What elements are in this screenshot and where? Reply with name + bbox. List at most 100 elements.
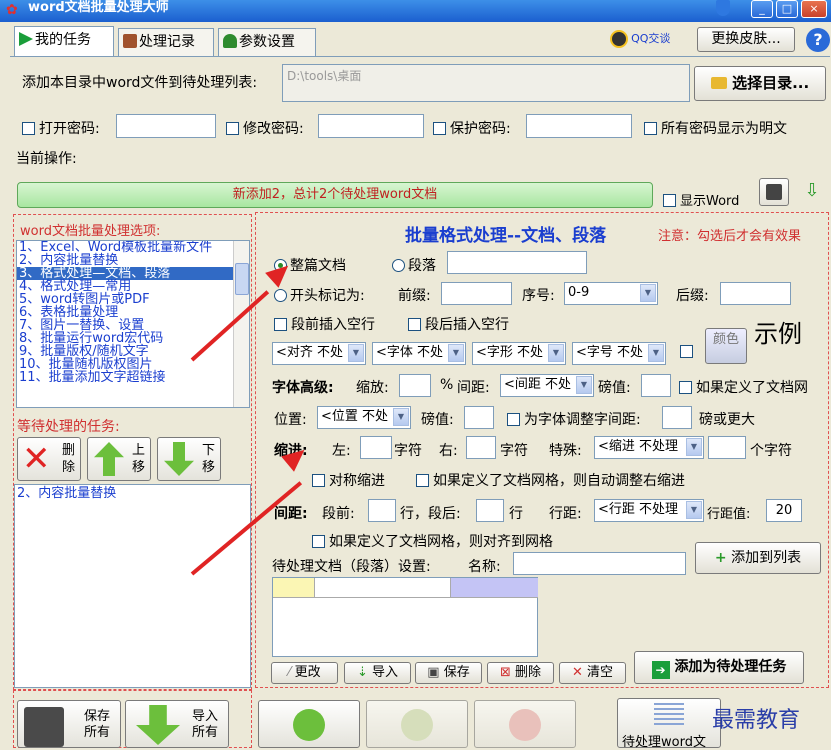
pending-docs-button[interactable]: 待处理word文 — [617, 698, 721, 750]
download-icon[interactable]: ⇩ — [800, 180, 824, 206]
paragraph-radio[interactable] — [392, 259, 405, 272]
spacing-select[interactable]: <间距 不处 ▼ — [500, 374, 594, 397]
pound2-input[interactable] — [464, 406, 494, 429]
font-adv-label: 字体高级: — [272, 380, 334, 396]
dir-path-input[interactable]: D:\tools\桌面 — [282, 64, 690, 102]
list-item[interactable]: 11、批量添加文字超链接 — [17, 371, 249, 384]
dir-label: 添加本目录中word文件到待处理列表: — [22, 75, 258, 91]
start-button[interactable] — [258, 700, 360, 748]
insert-before-checkbox[interactable] — [274, 318, 287, 331]
kern-input[interactable] — [662, 406, 692, 429]
window-title: word文档批量处理大师 — [28, 0, 169, 15]
para-settings-label: 待处理文档（段落）设置: — [272, 559, 431, 575]
clear-label: 清空 — [587, 665, 614, 680]
sample-text: 示例 — [754, 320, 802, 348]
modify-password-input[interactable] — [318, 114, 424, 138]
grid-align-label: 如果定义了文档网格，则对齐到网格 — [312, 531, 553, 551]
pause-button[interactable] — [366, 700, 468, 748]
modify-button[interactable]: ⁄ 更改 — [271, 662, 338, 684]
pending-docs-label: 待处理word文 — [622, 735, 706, 750]
modify-password-checkbox[interactable] — [226, 122, 239, 135]
position-select[interactable]: <位置 不处 ▼ — [317, 406, 411, 429]
list-item[interactable]: 2、内容批量替换 — [15, 485, 250, 500]
save-icon-button[interactable] — [759, 178, 789, 206]
minimize-button[interactable]: _ — [751, 0, 773, 18]
sym-indent-checkbox[interactable] — [312, 474, 325, 487]
delete-button[interactable]: ⊠ 删除 — [487, 662, 554, 684]
options-list[interactable]: 1、Excel、Word模板批量新文件 2、内容批量替换 3、格式处理—文档、段… — [16, 240, 250, 408]
show-plain-checkbox[interactable] — [644, 122, 657, 135]
insert-after-label: 段后插入空行 — [408, 314, 509, 334]
import-button[interactable]: ⇣ 导入 — [344, 662, 411, 684]
line-dist-select[interactable]: <行距 不处理 ▼ — [594, 499, 704, 522]
start-mark-option[interactable]: 开头标记为: — [274, 285, 365, 305]
special-select[interactable]: <缩进 不处理 ▼ — [594, 436, 704, 459]
skin-label: 更换皮肤... — [711, 31, 781, 47]
add-task-label: 添加为待处理任务 — [674, 659, 787, 675]
delete-task-button[interactable]: ✕ 删除 — [17, 437, 81, 481]
tab-my-tasks[interactable]: 我的任务 — [14, 26, 114, 57]
scroll-thumb[interactable] — [235, 263, 249, 295]
clear-button[interactable]: ✕ 清空 — [559, 662, 626, 684]
paragraph-option[interactable]: 段落 — [392, 255, 436, 275]
color-checkbox[interactable] — [680, 345, 693, 358]
qq-chat-button[interactable]: QQ交谈 — [597, 26, 683, 52]
grid-if-checkbox[interactable] — [679, 381, 692, 394]
before-input[interactable] — [368, 499, 396, 522]
close-button[interactable]: × — [801, 0, 827, 18]
save-all-button[interactable]: 保存所有 — [17, 700, 121, 748]
qq-icon — [609, 30, 628, 48]
line-val-input[interactable]: 20 — [766, 499, 802, 522]
indent-left-label: 左: — [332, 443, 351, 459]
suffix-input[interactable] — [720, 282, 791, 305]
pending-list[interactable]: 2、内容批量替换 — [14, 484, 251, 688]
qq-label: QQ交谈 — [631, 32, 671, 45]
change-skin-button[interactable]: 更换皮肤... — [697, 27, 795, 52]
special-chars-input[interactable] — [708, 436, 746, 459]
font-select[interactable]: <字体 不处 ▼ — [372, 342, 466, 365]
maximize-button[interactable]: □ — [776, 0, 798, 18]
move-down-button[interactable]: 下移 — [157, 437, 221, 481]
grid-align-checkbox[interactable] — [312, 535, 325, 548]
size-select[interactable]: <字号 不处 ▼ — [572, 342, 666, 365]
insert-after-checkbox[interactable] — [408, 318, 421, 331]
help-icon[interactable]: ? — [806, 28, 830, 52]
insert-after-text: 段后插入空行 — [425, 317, 509, 333]
open-password-input[interactable] — [116, 114, 216, 138]
indent-left-input[interactable] — [360, 436, 392, 459]
floppy-icon — [766, 184, 782, 200]
start-mark-radio[interactable] — [274, 289, 287, 302]
add-to-list-button[interactable]: + 添加到列表 — [695, 542, 821, 574]
scale-label: 缩放: — [356, 380, 389, 396]
save-button[interactable]: ▣ 保存 — [415, 662, 482, 684]
tab-settings[interactable]: 参数设置 — [218, 28, 316, 56]
select-dir-button[interactable]: 选择目录... — [694, 66, 826, 101]
protect-password-checkbox[interactable] — [433, 122, 446, 135]
show-plain-text: 所有密码显示为明文 — [661, 121, 787, 137]
indent-right-input[interactable] — [466, 436, 496, 459]
paragraph-input[interactable] — [447, 251, 587, 274]
color-button[interactable]: 颜色 — [705, 328, 747, 364]
pound-input[interactable] — [641, 374, 671, 397]
name-input[interactable] — [513, 552, 686, 575]
prefix-input[interactable] — [441, 282, 512, 305]
settings-table[interactable] — [272, 577, 538, 657]
format-note: 注意：勾选后才会有效果 — [658, 229, 802, 244]
align-select[interactable]: <对齐 不处 ▼ — [272, 342, 366, 365]
tab-history[interactable]: 处理记录 — [118, 28, 214, 56]
color-checkbox-wrap — [680, 345, 697, 360]
stop-button[interactable] — [474, 700, 576, 748]
protect-password-input[interactable] — [526, 114, 632, 138]
seq-select[interactable]: 0-9 ▼ — [564, 282, 658, 305]
style-select[interactable]: <字形 不处 ▼ — [472, 342, 566, 365]
show-word-checkbox[interactable] — [663, 194, 676, 207]
move-up-button[interactable]: 上移 — [87, 437, 151, 481]
open-password-checkbox[interactable] — [22, 122, 35, 135]
grid-auto-checkbox[interactable] — [416, 474, 429, 487]
options-scrollbar[interactable] — [233, 241, 249, 407]
scale-input[interactable] — [399, 374, 431, 397]
add-task-button[interactable]: ➔ 添加为待处理任务 — [634, 651, 804, 684]
import-all-button[interactable]: 导入所有 — [125, 700, 229, 748]
after-input[interactable] — [476, 499, 504, 522]
adjust-kern-checkbox[interactable] — [507, 413, 520, 426]
